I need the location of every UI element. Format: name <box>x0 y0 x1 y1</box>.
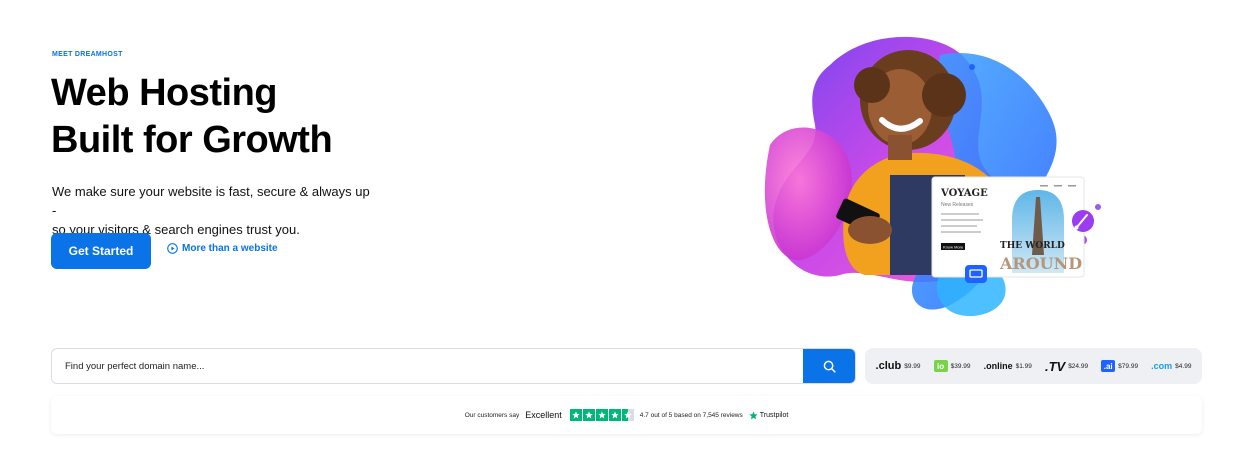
page-title: Web Hosting Built for Growth <box>51 70 333 164</box>
trustpilot-widget[interactable]: Our customers say Excellent 4.7 out of 5… <box>51 396 1202 434</box>
domain-search-bar <box>51 348 856 384</box>
website-mockup-card: VOYAGE New Releases Know More THE WORLD … <box>931 176 1085 278</box>
more-link-label: More than a website <box>182 243 278 254</box>
trustpilot-logo: Trustpilot <box>749 410 789 420</box>
tld-name: .online <box>983 361 1013 371</box>
tld-io[interactable]: io $39.99 <box>933 360 971 372</box>
trustpilot-brand: Trustpilot <box>759 411 789 419</box>
star-icon <box>582 409 595 421</box>
chat-icon <box>965 265 987 283</box>
mockup-overlay-line-1: THE WORLD <box>1000 241 1065 251</box>
tld-price: $1.99 <box>1015 362 1032 370</box>
tld-price: $39.99 <box>950 362 971 370</box>
headline-line-1: Web Hosting <box>51 72 278 114</box>
tld-name: .club <box>875 360 902 372</box>
tld-ai[interactable]: .ai $79.99 <box>1101 360 1138 372</box>
tld-price: $24.99 <box>1068 362 1089 370</box>
tld-name: io <box>933 360 948 372</box>
mockup-overlay-line-2: AROUND <box>999 254 1082 273</box>
search-button[interactable] <box>803 349 855 383</box>
tld-tv[interactable]: .TV $24.99 <box>1045 359 1088 374</box>
tld-price-list: .club $9.99 io $39.99 .online $1.99 .TV … <box>865 348 1202 384</box>
tld-club[interactable]: .club $9.99 <box>876 360 921 372</box>
half-star-icon <box>621 409 634 421</box>
headline-line-2: Built for Growth <box>51 119 333 161</box>
tld-online[interactable]: .online $1.99 <box>984 361 1032 371</box>
tld-price: $4.99 <box>1175 362 1192 370</box>
star-icon <box>595 409 608 421</box>
eyebrow-label: MEET DREAMHOST <box>52 51 123 58</box>
trust-rating-word: Excellent <box>525 410 562 420</box>
hero-artwork: VOYAGE New Releases Know More THE WORLD … <box>764 36 1101 317</box>
hero-illustration: VOYAGE New Releases Know More THE WORLD … <box>760 25 1110 325</box>
subhead-line-1: We make sure your website is fast, secur… <box>52 184 370 218</box>
mockup-button: Know More <box>943 245 964 250</box>
star-icon <box>569 409 582 421</box>
tld-com[interactable]: .com $4.99 <box>1151 361 1191 371</box>
search-icon <box>823 360 836 373</box>
tld-name: .com <box>1151 361 1173 371</box>
tld-name: .TV <box>1044 358 1066 374</box>
tld-price: $9.99 <box>904 362 921 370</box>
trustpilot-star-icon <box>749 410 758 419</box>
paintbrush-icon <box>1072 210 1094 232</box>
trust-prefix: Our customers say <box>464 411 520 419</box>
trust-summary: 4.7 out of 5 based on 7,545 reviews <box>639 411 743 419</box>
more-than-a-website-link[interactable]: More than a website <box>167 243 278 254</box>
tld-price: $79.99 <box>1118 362 1139 370</box>
star-icon <box>608 409 621 421</box>
mockup-subtitle: New Releases <box>941 202 974 208</box>
domain-search-input[interactable] <box>52 349 803 383</box>
tld-name: .ai <box>1101 360 1116 372</box>
star-rating <box>569 409 634 421</box>
mockup-title: VOYAGE <box>940 188 988 199</box>
play-circle-icon <box>167 243 178 254</box>
get-started-button[interactable]: Get Started <box>51 233 151 269</box>
